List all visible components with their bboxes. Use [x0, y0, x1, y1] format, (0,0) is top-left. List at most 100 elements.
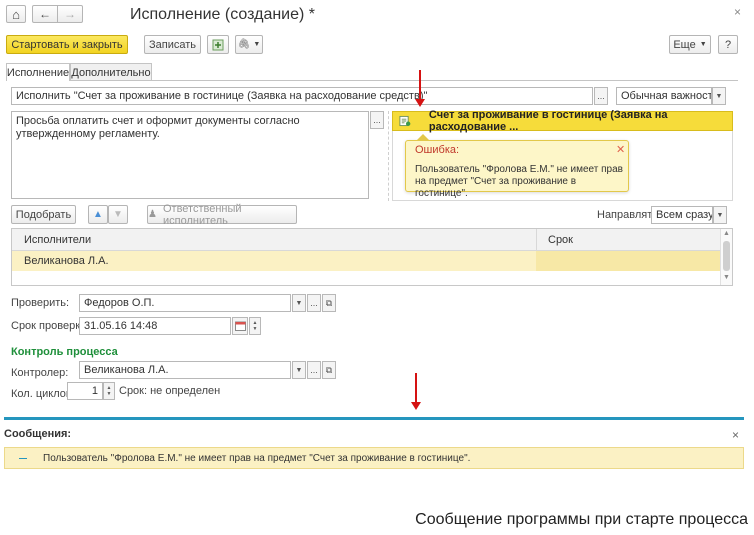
- start-close-label: Стартовать и закрыть: [11, 38, 123, 51]
- stepper-down-icon: ▼: [106, 391, 112, 397]
- deadline-cell[interactable]: [536, 251, 720, 271]
- chevron-down-icon: ▼: [253, 41, 261, 48]
- tab-additional[interactable]: Дополнительно: [70, 63, 152, 81]
- messages-top-border: [4, 417, 744, 420]
- back-arrow-icon: ←: [39, 7, 51, 21]
- task-title-value: Исполнить "Счет за проживание в гостиниц…: [16, 90, 428, 102]
- message-text: Пользователь "Фролова Е.М." не имеет пра…: [43, 452, 471, 464]
- red-arrow-bottom-shaft: [415, 373, 417, 403]
- cycles-label: Кол. циклов:: [11, 388, 75, 400]
- more-button[interactable]: Еще ▼: [669, 35, 711, 54]
- controller-dropdown-button[interactable]: ▼: [292, 361, 306, 379]
- window-close-icon[interactable]: ×: [734, 5, 741, 19]
- send-mode-value: Всем сразу: [656, 209, 713, 221]
- document-icon: [399, 115, 411, 127]
- performer-cell: Великанова Л.А.: [24, 255, 109, 267]
- checker-label: Проверить:: [11, 297, 70, 309]
- date-stepper[interactable]: ▲ ▼: [249, 317, 261, 335]
- controller-open-button[interactable]: ⧉: [322, 361, 336, 379]
- responsible-performer-button[interactable]: ♟ Ответственный исполнитель: [147, 202, 297, 227]
- structure-icon: [212, 39, 224, 50]
- save-label: Записать: [148, 38, 196, 51]
- send-mode-dropdown-button[interactable]: ▼: [713, 206, 727, 224]
- column-divider: [536, 229, 537, 251]
- task-description-text: Просьба оплатить счет и оформит документ…: [16, 115, 300, 140]
- checker-select-button[interactable]: ...: [307, 294, 321, 312]
- tab-execution[interactable]: Исполнение: [6, 63, 70, 81]
- scroll-thumb[interactable]: [723, 241, 730, 271]
- cycles-stepper[interactable]: ▲ ▼: [103, 382, 115, 400]
- window-title: Исполнение (создание) *: [130, 6, 316, 23]
- forward-button[interactable]: →: [57, 5, 83, 23]
- control-section-title: Контроль процесса: [11, 346, 118, 358]
- scroll-up-icon[interactable]: ▲: [723, 230, 730, 237]
- checker-field[interactable]: Федоров О.П.: [79, 294, 291, 312]
- chevron-down-icon: ▼: [295, 366, 303, 374]
- importance-select[interactable]: Обычная важность: [616, 87, 712, 105]
- cycles-field[interactable]: 1: [67, 382, 103, 400]
- calendar-button[interactable]: [232, 317, 248, 335]
- error-close-icon[interactable]: ✕: [616, 143, 625, 156]
- message-dash-icon: [19, 457, 27, 459]
- checker-value: Федоров О.П.: [84, 297, 155, 309]
- paperclip-icon: 🖇: [237, 39, 251, 50]
- table-scrollbar[interactable]: ▲ ▼: [720, 229, 732, 285]
- importance-value: Обычная важность: [621, 90, 712, 102]
- checker-dropdown-button[interactable]: ▼: [292, 294, 306, 312]
- check-date-label: Срок проверки:: [11, 320, 90, 332]
- open-link-icon: ⧉: [325, 364, 333, 375]
- controller-field[interactable]: Великанова Л.А.: [79, 361, 291, 379]
- error-message: Пользователь "Фролова Е.М." не имеет пра…: [415, 164, 623, 199]
- table-row[interactable]: Великанова Л.А.: [12, 251, 720, 271]
- move-up-button[interactable]: ▲: [88, 205, 108, 224]
- structure-button[interactable]: [207, 35, 229, 54]
- importance-dropdown-button[interactable]: ▼: [712, 87, 726, 105]
- move-down-button[interactable]: ▼: [108, 205, 128, 224]
- chevron-down-icon: ▼: [295, 299, 303, 307]
- home-button[interactable]: ⌂: [6, 5, 26, 23]
- red-arrow-top-head: [415, 99, 425, 107]
- attachment-button[interactable]: 🖇 ▼: [235, 35, 263, 54]
- messages-close-icon[interactable]: ×: [732, 428, 739, 442]
- send-mode-select[interactable]: Всем сразу: [651, 206, 713, 224]
- controller-label: Контролер:: [11, 367, 69, 379]
- controller-value: Великанова Л.А.: [84, 364, 169, 376]
- forward-arrow-icon: →: [64, 7, 76, 21]
- red-arrow-bottom-head: [411, 402, 421, 410]
- error-popup: Ошибка: ✕ Пользователь "Фролова Е.М." не…: [405, 134, 629, 199]
- task-description-field[interactable]: Просьба оплатить счет и оформит документ…: [11, 111, 369, 199]
- user-icon: ♟: [148, 209, 157, 220]
- subject-bar[interactable]: Счет за проживание в гостинице (Заявка н…: [392, 109, 733, 133]
- check-date-field[interactable]: 31.05.16 14:48: [79, 317, 231, 335]
- save-button[interactable]: Записать: [144, 35, 201, 54]
- help-button[interactable]: ?: [718, 35, 738, 54]
- red-arrow-top-shaft: [419, 70, 421, 100]
- help-label: ?: [724, 38, 732, 51]
- message-item[interactable]: Пользователь "Фролова Е.М." не имеет пра…: [4, 447, 744, 469]
- chevron-down-icon: ▼: [716, 211, 724, 219]
- controller-select-button[interactable]: ...: [307, 361, 321, 379]
- task-title-select-button[interactable]: ...: [594, 87, 608, 105]
- description-open-button[interactable]: ...: [370, 111, 384, 129]
- performers-table: Исполнители Срок Великанова Л.А. ▲ ▼: [11, 228, 733, 286]
- scroll-down-icon[interactable]: ▼: [723, 274, 730, 281]
- home-icon: ⌂: [12, 6, 20, 22]
- column-header-performer[interactable]: Исполнители: [24, 234, 91, 246]
- error-popup-pointer: [416, 134, 430, 141]
- tab-execution-label: Исполнение: [6, 66, 70, 79]
- column-header-deadline[interactable]: Срок: [548, 234, 573, 246]
- responsible-performer-label: Ответственный исполнитель: [162, 202, 242, 227]
- more-label: Еще: [673, 38, 696, 51]
- start-close-button[interactable]: Стартовать и закрыть: [6, 35, 128, 54]
- chevron-down-icon: ▼: [699, 41, 707, 48]
- figure-caption: Сообщение программы при старте процесса: [415, 511, 748, 528]
- checker-open-button[interactable]: ⧉: [322, 294, 336, 312]
- arrow-down-icon: ▼: [113, 209, 123, 220]
- tab-additional-label: Дополнительно: [71, 66, 151, 79]
- chevron-down-icon: ▼: [715, 92, 723, 100]
- task-title-field[interactable]: Исполнить "Счет за проживание в гостиниц…: [11, 87, 593, 105]
- pick-performers-button[interactable]: Подобрать: [11, 205, 76, 224]
- table-header: Исполнители Срок: [12, 229, 720, 251]
- subject-link[interactable]: Счет за проживание в гостинице (Заявка н…: [429, 109, 732, 133]
- back-button[interactable]: ←: [32, 5, 58, 23]
